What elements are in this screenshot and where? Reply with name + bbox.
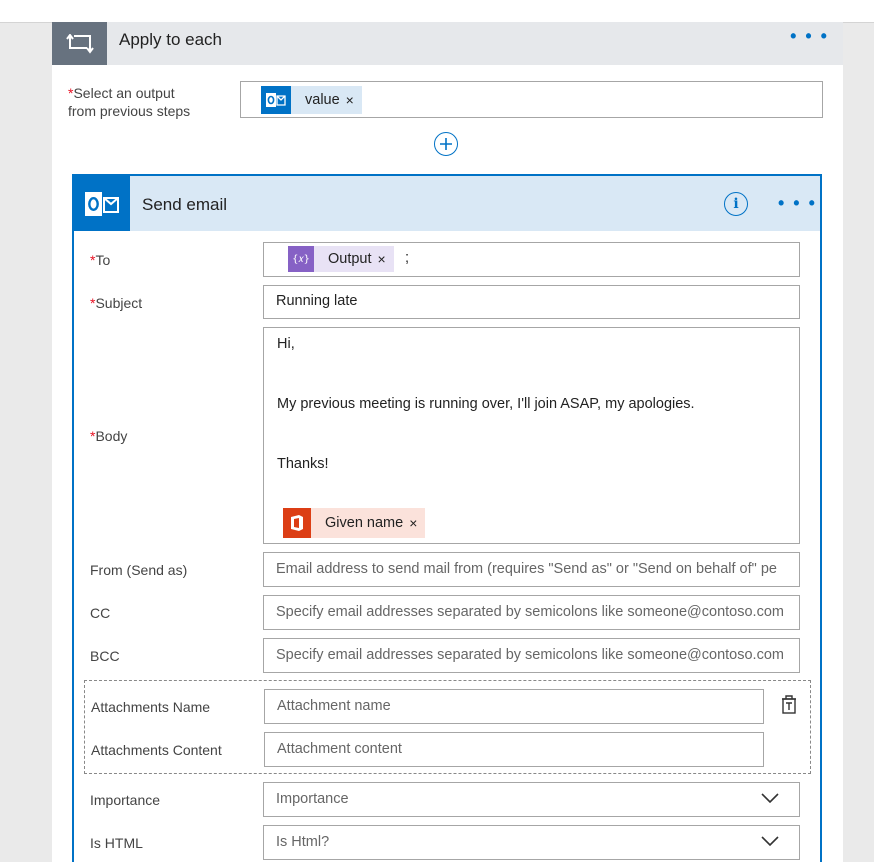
importance-select[interactable]: Importance (263, 782, 800, 817)
expression-icon: {𝑥} (288, 246, 314, 272)
body-line: My previous meeting is running over, I'l… (277, 396, 695, 412)
subject-label: *Subject (90, 295, 143, 311)
attachments-name-placeholder: Attachment name (277, 698, 391, 714)
is-html-select[interactable]: Is Html? (263, 825, 800, 860)
apply-to-each-header[interactable]: Apply to each • • • (52, 22, 843, 65)
output-token-label: Output (328, 251, 372, 267)
office-icon (283, 508, 311, 538)
body-line: Thanks! (277, 456, 329, 472)
cc-label: CC (90, 605, 111, 621)
delete-item-icon[interactable] (779, 694, 799, 720)
select-output-input[interactable]: value × (240, 81, 823, 118)
body-input[interactable]: Hi, My previous meeting is running over,… (263, 327, 800, 544)
from-input[interactable]: Email address to send mail from (require… (263, 552, 800, 587)
select-output-label: *Select an output from previous steps (68, 85, 191, 119)
bcc-placeholder: Specify email addresses separated by sem… (276, 647, 784, 663)
cc-input[interactable]: Specify email addresses separated by sem… (263, 595, 800, 630)
send-email-header[interactable]: Send email i • • • (74, 176, 820, 231)
subject-input[interactable]: Running late (263, 285, 800, 319)
from-placeholder: Email address to send mail from (require… (276, 561, 777, 577)
to-separator: ; (405, 250, 410, 266)
cc-placeholder: Specify email addresses separated by sem… (276, 604, 784, 620)
bcc-input[interactable]: Specify email addresses separated by sem… (263, 638, 800, 673)
body-label: *Body (90, 428, 128, 444)
attachments-content-input[interactable]: Attachment content (264, 732, 764, 767)
to-input[interactable]: {𝑥} Output × ; (263, 242, 800, 277)
send-email-title: Send email (142, 195, 228, 214)
chevron-down-icon (761, 793, 779, 803)
send-email-more-button[interactable]: • • • (778, 193, 817, 214)
is-html-placeholder: Is Html? (276, 834, 330, 850)
info-icon[interactable]: i (724, 192, 748, 216)
bcc-label: BCC (90, 648, 120, 664)
apply-to-each-title: Apply to each (119, 30, 223, 49)
attachments-name-input[interactable]: Attachment name (264, 689, 764, 724)
given-name-token-label: Given name (325, 515, 404, 531)
chevron-down-icon (761, 836, 779, 846)
body-line: Hi, (277, 336, 295, 352)
plus-icon (440, 138, 452, 150)
attachments-content-label: Attachments Content (91, 742, 222, 758)
apply-to-each-more-button[interactable]: • • • (790, 26, 829, 47)
attachments-group: Attachments Name Attachment name Attachm… (84, 680, 811, 774)
output-token[interactable]: {𝑥} Output × (288, 246, 394, 272)
outlook-icon (74, 176, 130, 231)
given-name-token[interactable]: Given name × (283, 508, 426, 538)
is-html-label: Is HTML (90, 835, 143, 851)
importance-label: Importance (90, 792, 161, 808)
value-token[interactable]: value × (261, 86, 362, 114)
attachments-name-label: Attachments Name (91, 699, 211, 715)
loop-icon (52, 22, 107, 65)
add-step-button[interactable] (434, 132, 458, 156)
from-label: From (Send as) (90, 562, 188, 578)
subject-value: Running late (276, 293, 358, 309)
attachments-content-placeholder: Attachment content (277, 741, 402, 757)
send-email-action: Send email i • • • *To {𝑥} Output × ; *S… (72, 174, 822, 862)
remove-token-icon[interactable]: × (409, 515, 425, 531)
value-token-label: value (305, 92, 340, 108)
remove-token-icon[interactable]: × (378, 251, 394, 267)
outlook-icon (261, 86, 291, 114)
remove-token-icon[interactable]: × (346, 92, 362, 108)
importance-placeholder: Importance (276, 791, 349, 807)
to-label: *To (90, 252, 111, 268)
